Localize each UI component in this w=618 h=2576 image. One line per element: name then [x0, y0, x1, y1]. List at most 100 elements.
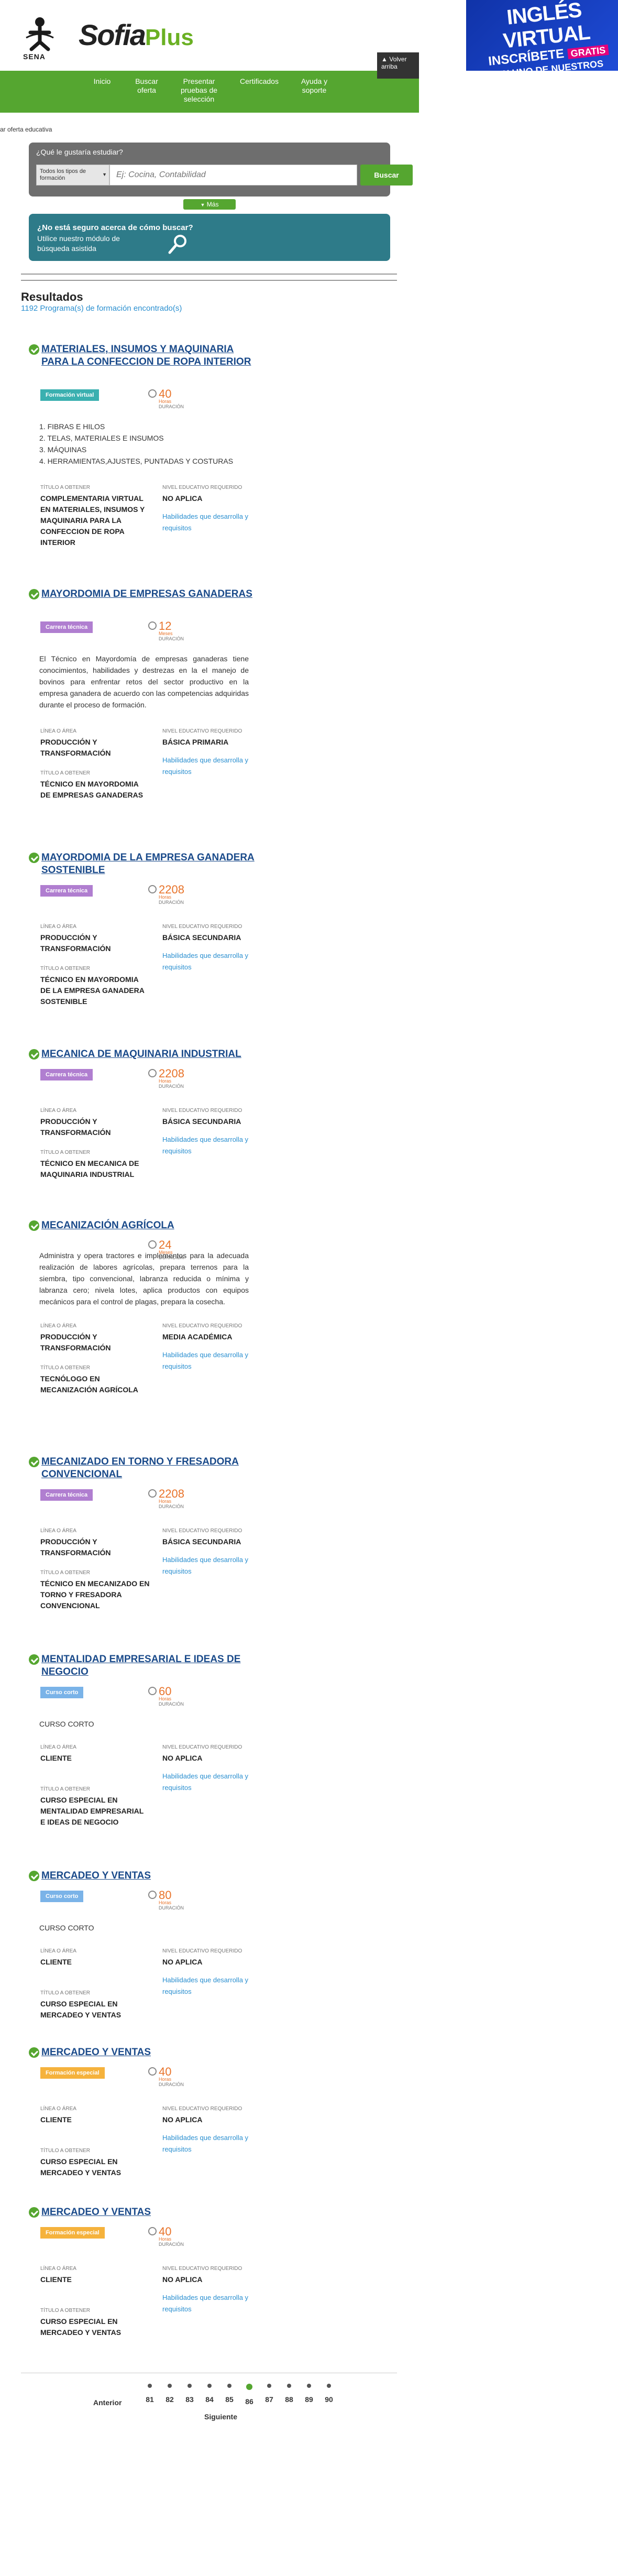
page-link[interactable]: 84	[200, 2384, 219, 2404]
page-link[interactable]: 87	[260, 2384, 279, 2404]
duration-value: 2208	[159, 1487, 184, 1500]
degree-value: COMPLEMENTARIA VIRTUAL EN MATERIALES, IN…	[40, 494, 145, 547]
program-title-link[interactable]: MERCADEO Y VENTAS	[41, 2046, 261, 2059]
program-title-link[interactable]: MECANICA DE MAQUINARIA INDUSTRIAL	[41, 1048, 261, 1061]
area-value: CLIENTE	[40, 2275, 72, 2284]
next-page-button[interactable]: Siguiente	[204, 2413, 237, 2421]
education-level-label: NIVEL EDUCATIVO REQUERIDO	[162, 1948, 242, 1954]
area-label: LÍNEA O ÁREA	[40, 2106, 76, 2112]
education-level-label: NIVEL EDUCATIVO REQUERIDO	[162, 485, 242, 490]
more-filters-label: Más	[206, 201, 219, 208]
clock-icon	[148, 1069, 157, 1077]
search-input[interactable]	[109, 165, 357, 185]
clock-icon	[148, 2067, 157, 2076]
area-label: LÍNEA O ÁREA	[40, 2266, 76, 2272]
skills-requirements-link[interactable]: Habilidades que desarrolla y requisitos	[162, 755, 257, 778]
degree-value: TÉCNICO EN MAYORDOMIA DE LA EMPRESA GANA…	[40, 975, 145, 1006]
duration-value: 2208	[159, 883, 184, 896]
program-title-link[interactable]: MATERIALES, INSUMOS Y MAQUINARIA PARA LA…	[41, 343, 261, 368]
check-circle-icon	[29, 589, 39, 599]
page-link[interactable]: 85	[220, 2384, 239, 2404]
degree-value: CURSO ESPECIAL EN MERCADEO Y VENTAS	[40, 2000, 122, 2019]
skills-requirements-link[interactable]: Habilidades que desarrolla y requisitos	[162, 1974, 257, 1998]
nav-item-pruebas[interactable]: Presentar pruebas de selección	[178, 77, 220, 104]
degree-label: TÍTULO A OBTENER	[40, 966, 91, 972]
clock-icon	[148, 1687, 157, 1695]
skills-requirements-link[interactable]: Habilidades que desarrolla y requisitos	[162, 511, 257, 534]
education-level-label: NIVEL EDUCATIVO REQUERIDO	[162, 2266, 242, 2272]
assisted-search-text: Utilice nuestro módulo de búsqueda asist…	[37, 234, 120, 253]
nav-item-certificados[interactable]: Certificados	[236, 77, 283, 86]
education-level-label: NIVEL EDUCATIVO REQUERIDO	[162, 1323, 242, 1329]
program-description: El Técnico en Mayordomía de empresas gan…	[39, 654, 249, 709]
area-label: LÍNEA O ÁREA	[40, 1108, 76, 1114]
degree-value: TÉCNICO EN MAYORDOMIA DE EMPRESAS GANADE…	[40, 780, 144, 799]
promo-banner[interactable]: INGLÉS VIRTUAL INSCRÍBETE GRATIS EN UNO …	[466, 0, 618, 71]
duration-label: DURACIÓN	[159, 1504, 184, 1509]
page-link[interactable]: 82	[160, 2384, 179, 2404]
program-title-link[interactable]: MAYORDOMIA DE LA EMPRESA GANADERA SOSTEN…	[41, 852, 261, 877]
formation-type-select[interactable]: Todos los tipos de formación ▼	[36, 165, 109, 185]
arrow-up-icon: ▲	[381, 56, 388, 63]
clock-icon	[148, 389, 157, 398]
page-dot-icon	[187, 2384, 192, 2388]
page-number: 83	[185, 2395, 194, 2404]
duration-value: 24	[159, 1238, 172, 1251]
search-button[interactable]: Buscar	[360, 165, 413, 185]
page-link[interactable]: 89	[300, 2384, 318, 2404]
area-value: PRODUCCIÓN Y TRANSFORMACIÓN	[40, 1117, 111, 1137]
duration-value: 2208	[159, 1067, 184, 1080]
education-level-value: NO APLICA	[162, 1754, 203, 1762]
page-link[interactable]: 83	[180, 2384, 199, 2404]
skills-requirements-link[interactable]: Habilidades que desarrolla y requisitos	[162, 1134, 257, 1157]
page-dot-icon	[246, 2384, 252, 2390]
check-circle-icon	[29, 1049, 39, 1060]
page-number: 86	[245, 2397, 253, 2406]
degree-value: CURSO ESPECIAL EN MENTALIDAD EMPRESARIAL…	[40, 1796, 144, 1826]
nav-item-ayuda[interactable]: Ayuda y soporte	[299, 77, 330, 95]
degree-value: TÉCNICO EN MECANIZADO EN TORNO Y FRESADO…	[40, 1579, 150, 1610]
nav-item-inicio[interactable]: Inicio	[89, 77, 115, 86]
program-title-link[interactable]: MENTALIDAD EMPRESARIAL E IDEAS DE NEGOCI…	[41, 1653, 261, 1678]
program-title-link[interactable]: MAYORDOMIA DE EMPRESAS GANADERAS	[41, 588, 261, 601]
more-filters-button[interactable]: ▼ Más	[183, 199, 236, 210]
check-circle-icon	[29, 1654, 39, 1665]
formation-type-badge: Carrera técnica	[40, 621, 93, 633]
duration-unit: Horas	[159, 1078, 172, 1084]
skills-requirements-link[interactable]: Habilidades que desarrolla y requisitos	[162, 1771, 257, 1794]
page-link[interactable]: 90	[319, 2384, 338, 2404]
education-level-value: BÁSICA SECUNDARIA	[162, 933, 241, 942]
program-title-link[interactable]: MERCADEO Y VENTAS	[41, 2206, 261, 2219]
page-dot-icon	[227, 2384, 231, 2388]
program-title-link[interactable]: MERCADEO Y VENTAS	[41, 1870, 261, 1882]
page-link[interactable]: 81	[140, 2384, 159, 2404]
skills-requirements-link[interactable]: Habilidades que desarrolla y requisitos	[162, 2132, 257, 2155]
program-title-link[interactable]: MECANIZADO EN TORNO Y FRESADORA CONVENCI…	[41, 1456, 261, 1481]
skills-requirements-link[interactable]: Habilidades que desarrolla y requisitos	[162, 2292, 257, 2315]
duration-unit: Meses	[159, 631, 173, 636]
program-description: CURSO CORTO	[39, 1720, 94, 1728]
duration-unit: Horas	[159, 2236, 172, 2242]
previous-page-button[interactable]: Anterior	[93, 2398, 122, 2407]
clock-icon	[148, 621, 157, 630]
page-number: 82	[165, 2395, 174, 2404]
duration-value: 40	[159, 2065, 172, 2078]
education-level-label: NIVEL EDUCATIVO REQUERIDO	[162, 1744, 242, 1750]
page-link[interactable]: 88	[280, 2384, 299, 2404]
program-description: 1. FIBRAS E HILOS 2. TELAS, MATERIALES E…	[39, 422, 234, 465]
skills-requirements-link[interactable]: Habilidades que desarrolla y requisitos	[162, 950, 257, 973]
nav-item-buscar-oferta[interactable]: Buscar oferta	[128, 77, 165, 95]
formation-type-badge: Curso corto	[40, 1687, 84, 1698]
program-title-link[interactable]: MECANIZACIÓN AGRÍCOLA	[41, 1219, 261, 1232]
results-count: 1192 Programa(s) de formación encontrado…	[21, 304, 182, 313]
back-to-top-button[interactable]: ▲ Volver arriba	[377, 52, 419, 79]
skills-requirements-link[interactable]: Habilidades que desarrolla y requisitos	[162, 1554, 257, 1577]
page-dot-icon	[207, 2384, 212, 2388]
assisted-search-panel[interactable]: ¿No está seguro acerca de cómo buscar? U…	[29, 214, 390, 261]
clock-icon	[148, 1489, 157, 1498]
sofia-plus-logo[interactable]: SofiaPlus	[79, 18, 194, 52]
chevron-down-icon: ▼	[102, 172, 107, 177]
duration-unit: Horas	[159, 1900, 172, 1905]
page-link[interactable]: 86	[240, 2384, 259, 2406]
skills-requirements-link[interactable]: Habilidades que desarrolla y requisitos	[162, 1349, 257, 1372]
